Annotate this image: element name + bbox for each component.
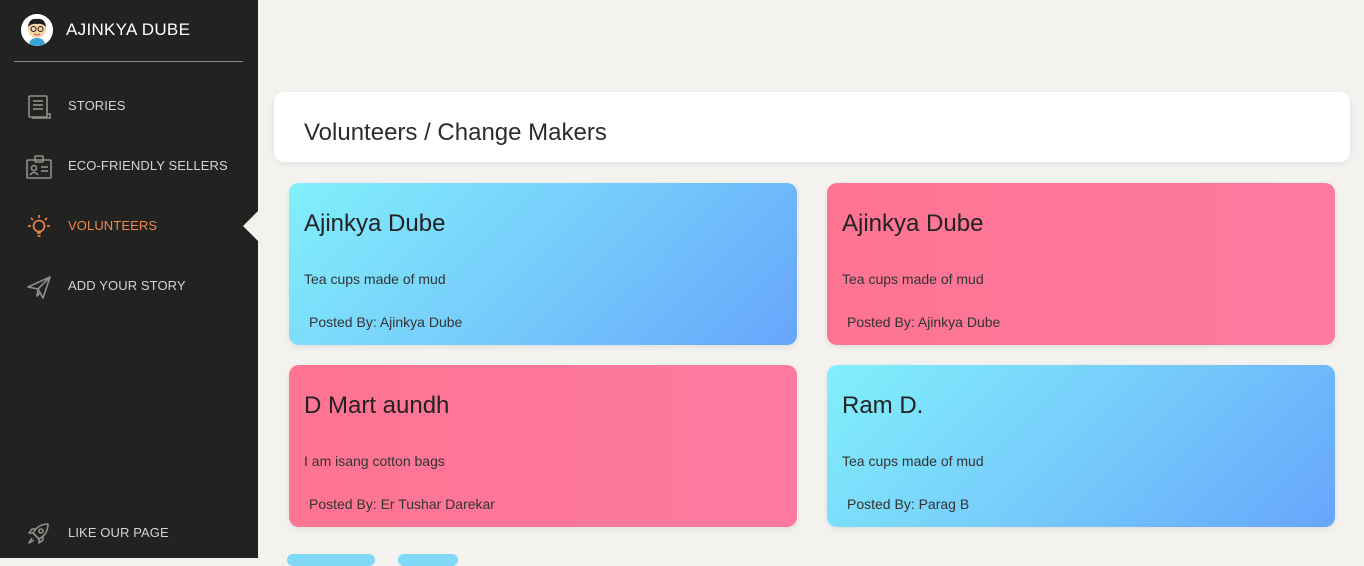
sidebar-item-label: VOLUNTEERS <box>68 218 158 233</box>
volunteer-card[interactable]: D Mart aundh I am isang cotton bags Post… <box>289 365 797 527</box>
card-posted-by: Posted By: Ajinkya Dube <box>309 314 463 330</box>
card-posted-by: Posted By: Ajinkya Dube <box>847 314 1001 330</box>
sidebar-item-like-our-page[interactable]: LIKE OUR PAGE <box>0 503 258 563</box>
sidebar-item-label: LIKE OUR PAGE <box>68 525 169 540</box>
sidebar-item-eco-friendly-sellers[interactable]: ECO-FRIENDLY SELLERS <box>0 136 258 196</box>
paper-plane-icon <box>26 274 52 300</box>
card-title: Ajinkya Dube <box>842 210 984 237</box>
volunteer-card[interactable]: Ajinkya Dube Tea cups made of mud Posted… <box>827 183 1335 345</box>
avatar[interactable] <box>21 14 53 46</box>
id-card-icon <box>26 154 52 180</box>
pagination-button[interactable] <box>287 554 375 566</box>
card-description: Tea cups made of mud <box>842 271 984 287</box>
sidebar-item-stories[interactable]: STORIES <box>0 76 258 136</box>
page-header: Volunteers / Change Makers <box>274 92 1350 162</box>
lightbulb-icon <box>26 214 52 240</box>
volunteer-card[interactable]: Ajinkya Dube Tea cups made of mud Posted… <box>289 183 797 345</box>
card-title: Ram D. <box>842 392 924 419</box>
card-posted-by: Posted By: Er Tushar Darekar <box>309 496 495 512</box>
sidebar: AJINKYA DUBE STORIES ECO-FRIENDLY SELLER… <box>0 0 258 558</box>
card-title: D Mart aundh <box>304 392 450 419</box>
sidebar-item-volunteers[interactable]: VOLUNTEERS <box>0 196 258 256</box>
sidebar-item-label: STORIES <box>68 98 126 113</box>
volunteer-card[interactable]: Ram D. Tea cups made of mud Posted By: P… <box>827 365 1335 527</box>
card-description: I am isang cotton bags <box>304 453 445 469</box>
sidebar-item-label: ECO-FRIENDLY SELLERS <box>68 158 228 173</box>
pagination-button[interactable] <box>398 554 458 566</box>
page-title: Volunteers / Change Makers <box>304 119 607 146</box>
sidebar-item-label: ADD YOUR STORY <box>68 278 186 293</box>
card-description: Tea cups made of mud <box>842 453 984 469</box>
card-title: Ajinkya Dube <box>304 210 446 237</box>
document-icon <box>26 94 52 120</box>
rocket-icon <box>26 521 52 547</box>
profile-header[interactable]: AJINKYA DUBE <box>14 0 243 62</box>
card-description: Tea cups made of mud <box>304 271 446 287</box>
card-posted-by: Posted By: Parag B <box>847 496 970 512</box>
sidebar-item-add-your-story[interactable]: ADD YOUR STORY <box>0 256 258 316</box>
active-indicator <box>243 211 258 241</box>
profile-name: AJINKYA DUBE <box>66 20 191 39</box>
